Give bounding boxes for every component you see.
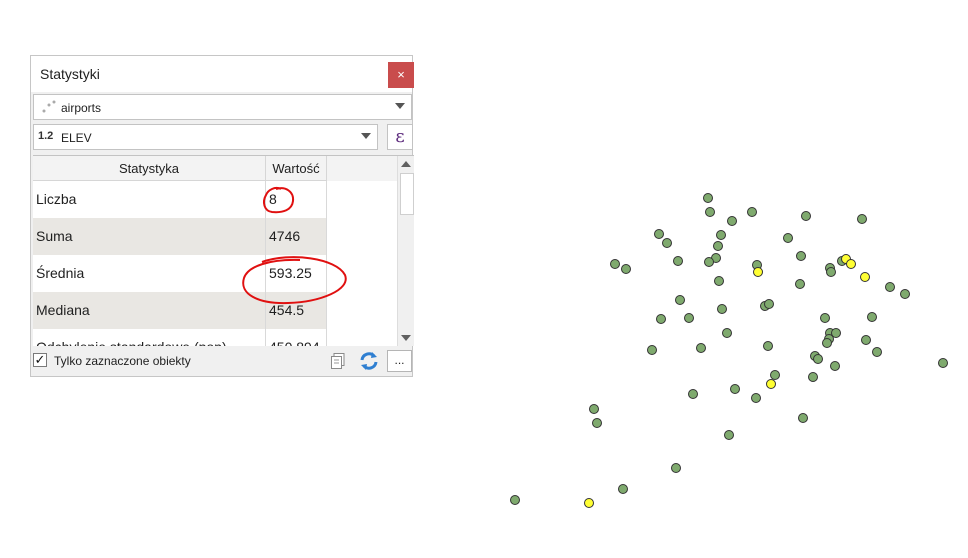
table-row[interactable]: Mediana 454.5 [33, 292, 327, 329]
selected-airport-point[interactable] [860, 272, 870, 282]
airport-point[interactable] [826, 267, 836, 277]
airport-point[interactable] [647, 345, 657, 355]
airport-point[interactable] [857, 214, 867, 224]
airport-point[interactable] [673, 256, 683, 266]
airport-point[interactable] [703, 193, 713, 203]
statistics-table: Statystyka Wartość Liczba 8 Suma 4746 Śr… [33, 155, 414, 346]
airport-point[interactable] [671, 463, 681, 473]
statistic-value: 450.894 [266, 329, 327, 346]
airport-point[interactable] [714, 276, 724, 286]
table-row[interactable]: Suma 4746 [33, 218, 327, 255]
airport-point[interactable] [705, 207, 715, 217]
airport-point[interactable] [713, 241, 723, 251]
statistic-value: 454.5 [266, 292, 327, 329]
airport-point[interactable] [751, 393, 761, 403]
airport-point[interactable] [796, 251, 806, 261]
airport-point[interactable] [763, 341, 773, 351]
statistic-name: Średnia [33, 255, 266, 292]
airport-point[interactable] [656, 314, 666, 324]
layer-combo[interactable]: airports [33, 94, 412, 120]
airport-point[interactable] [592, 418, 602, 428]
airport-point[interactable] [795, 279, 805, 289]
scroll-down-icon[interactable] [401, 335, 411, 341]
selected-only-label: Tylko zaznaczone obiekty [54, 354, 191, 368]
statistic-name: Suma [33, 218, 266, 255]
more-button[interactable]: ... [387, 350, 412, 372]
table-scrollbar[interactable] [397, 156, 414, 346]
airport-point[interactable] [722, 328, 732, 338]
numeric-field-icon: 1.2 [38, 130, 54, 142]
airport-point[interactable] [724, 430, 734, 440]
field-combo[interactable]: 1.2 ELEV [33, 124, 378, 150]
selected-airport-point[interactable] [584, 498, 594, 508]
airport-point[interactable] [801, 211, 811, 221]
airport-point[interactable] [662, 238, 672, 248]
airport-point[interactable] [900, 289, 910, 299]
statistic-value: 8 [266, 181, 327, 218]
airport-point[interactable] [621, 264, 631, 274]
table-row[interactable]: Liczba 8 [33, 181, 327, 218]
airport-point[interactable] [830, 361, 840, 371]
airport-point[interactable] [861, 335, 871, 345]
airport-point[interactable] [822, 338, 832, 348]
airport-point[interactable] [783, 233, 793, 243]
point-layer-icon [42, 100, 56, 113]
airport-point[interactable] [730, 384, 740, 394]
airport-point[interactable] [688, 389, 698, 399]
airport-point[interactable] [675, 295, 685, 305]
selected-only-checkbox[interactable]: ✓ [33, 353, 47, 367]
column-header-statistic[interactable]: Statystyka [33, 156, 266, 181]
airport-point[interactable] [684, 313, 694, 323]
airport-point[interactable] [610, 259, 620, 269]
selected-airport-point[interactable] [766, 379, 776, 389]
airport-point[interactable] [820, 313, 830, 323]
panel-title: Statystyki [40, 66, 100, 82]
airport-point[interactable] [885, 282, 895, 292]
statistic-name: Liczba [33, 181, 266, 218]
table-row[interactable]: Odchylenie standardowe (pop) 450.894 [33, 329, 327, 346]
expression-button[interactable]: ε [387, 124, 413, 150]
layer-combo-value: airports [61, 101, 102, 115]
airport-point[interactable] [654, 229, 664, 239]
panel-titlebar: Statystyki × [31, 56, 414, 92]
airport-point[interactable] [747, 207, 757, 217]
selected-airport-point[interactable] [846, 259, 856, 269]
refresh-icon[interactable] [359, 351, 379, 371]
close-button[interactable]: × [388, 62, 414, 88]
statistic-value: 4746 [266, 218, 327, 255]
airport-point[interactable] [872, 347, 882, 357]
airport-point[interactable] [510, 495, 520, 505]
table-row[interactable]: Średnia 593.25 [33, 255, 327, 292]
table-header: Statystyka Wartość [33, 156, 397, 181]
airport-point[interactable] [704, 257, 714, 267]
airport-point[interactable] [727, 216, 737, 226]
airport-point[interactable] [696, 343, 706, 353]
airport-point[interactable] [798, 413, 808, 423]
field-combo-value: ELEV [61, 131, 92, 145]
airport-point[interactable] [808, 372, 818, 382]
statistic-name: Mediana [33, 292, 266, 329]
airport-point[interactable] [618, 484, 628, 494]
statistic-value: 593.25 [266, 255, 327, 292]
column-header-value[interactable]: Wartość [266, 156, 327, 181]
scrollbar-thumb[interactable] [400, 173, 414, 215]
panel-footer: ✓ Tylko zaznaczone obiekty ... [31, 347, 412, 377]
airport-point[interactable] [770, 370, 780, 380]
airport-point[interactable] [717, 304, 727, 314]
chevron-down-icon [395, 103, 405, 109]
statistic-name: Odchylenie standardowe (pop) [33, 329, 266, 346]
airport-point[interactable] [716, 230, 726, 240]
chevron-down-icon [361, 133, 371, 139]
airport-point[interactable] [764, 299, 774, 309]
statistics-panel: Statystyki × airports 1.2 ELEV ε Statyst… [30, 55, 414, 377]
airport-point[interactable] [813, 354, 823, 364]
copy-icon[interactable] [331, 353, 345, 369]
scroll-up-icon[interactable] [401, 161, 411, 167]
airport-point[interactable] [867, 312, 877, 322]
selected-airport-point[interactable] [753, 267, 763, 277]
airport-point[interactable] [938, 358, 948, 368]
airport-point[interactable] [589, 404, 599, 414]
